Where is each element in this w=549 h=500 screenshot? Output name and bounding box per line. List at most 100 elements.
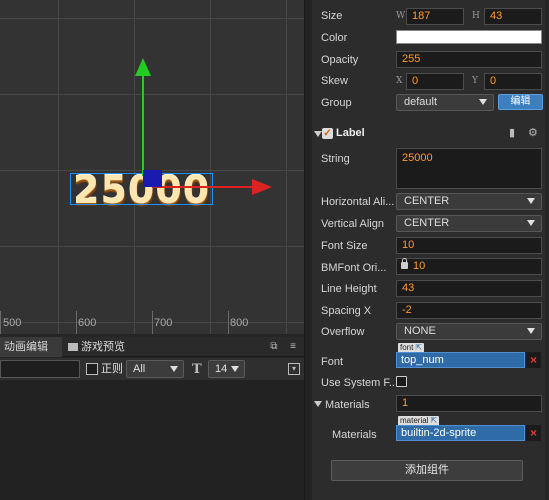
vertical-align-value: CENTER xyxy=(404,217,450,229)
move-gizmo-x-arrow-icon[interactable] xyxy=(252,179,272,195)
bmfont-original-size-field: 10 xyxy=(396,258,542,275)
materials-count-field[interactable]: 1 xyxy=(396,395,542,412)
horizontal-align-value: CENTER xyxy=(404,195,450,207)
chevron-down-icon xyxy=(527,198,535,204)
ruler-tick xyxy=(0,311,1,334)
line-height-field[interactable]: 43 xyxy=(396,280,542,297)
font-size-value: 14 xyxy=(215,363,228,375)
regex-label: 正则 xyxy=(101,363,123,375)
spacing-x-field[interactable]: -2 xyxy=(396,302,542,319)
ruler-label-800: 800 xyxy=(230,317,249,329)
width-field[interactable]: 187 xyxy=(406,8,464,25)
opacity-field[interactable]: 255 xyxy=(396,51,542,68)
color-label: Color xyxy=(321,32,348,44)
popout-icon[interactable]: ⧉ xyxy=(268,341,280,353)
menu-icon[interactable]: ≡ xyxy=(287,341,299,353)
ruler-label-700: 700 xyxy=(154,317,173,329)
panel-tabbar: 动画编辑器 游戏预览 ⧉ ≡ xyxy=(0,337,304,373)
font-size-select[interactable]: 14 xyxy=(208,360,245,378)
book-icon[interactable]: ▮ xyxy=(509,128,519,139)
horizontal-align-select[interactable]: CENTER xyxy=(396,193,542,210)
move-gizmo-x-axis[interactable] xyxy=(152,186,256,188)
font-asset-tag-text: font xyxy=(400,343,414,352)
tab-label: 游戏预览 xyxy=(81,341,125,353)
materials-expand-triangle-icon[interactable] xyxy=(314,401,322,407)
vertical-align-select[interactable]: CENTER xyxy=(396,215,542,232)
font-size-icon: T xyxy=(192,362,202,377)
add-component-button[interactable]: 添加组件 xyxy=(331,460,523,481)
ruler-tick xyxy=(76,311,77,334)
string-label: String xyxy=(321,153,350,165)
font-label: Font xyxy=(321,356,344,368)
ruler-tick xyxy=(228,311,229,334)
material-asset-tag-text: material xyxy=(400,416,429,425)
skew-y-field[interactable]: 0 xyxy=(484,73,542,90)
materials-item-label: Materials xyxy=(332,429,377,441)
label-component-title: Label xyxy=(336,127,365,139)
font-size-field[interactable]: 10 xyxy=(396,237,542,254)
scene-view[interactable]: 500 600 700 800 25000 xyxy=(0,0,304,334)
filter-input[interactable] xyxy=(0,360,80,378)
collapse-triangle-icon[interactable] xyxy=(314,131,322,137)
horizontal-align-label: Horizontal Ali... xyxy=(321,196,395,208)
use-system-font-label: Use System F... xyxy=(321,377,399,389)
skew-x-field[interactable]: 0 xyxy=(406,73,464,90)
width-tag: W xyxy=(396,11,406,21)
skew-y-tag: Y xyxy=(472,76,478,86)
group-select[interactable]: default xyxy=(396,94,494,111)
bottom-panel: 动画编辑器 游戏预览 ⧉ ≡ 正则 All T 14 ▾ xyxy=(0,334,304,500)
move-gizmo-y-axis[interactable] xyxy=(142,70,144,176)
materials-label: Materials xyxy=(325,399,370,411)
clear-material-icon[interactable]: × xyxy=(526,425,541,441)
console-log-area[interactable] xyxy=(0,380,304,500)
height-field[interactable]: 43 xyxy=(484,8,542,25)
camera-icon xyxy=(68,343,78,352)
string-textarea[interactable]: 25000 xyxy=(396,148,542,189)
skew-x-tag: X xyxy=(396,76,403,86)
overflow-value: NONE xyxy=(404,325,436,337)
log-level-select[interactable]: All xyxy=(126,360,184,378)
ruler-label-600: 600 xyxy=(78,317,97,329)
chevron-down-icon xyxy=(231,366,239,372)
label-enabled-checkbox[interactable]: ✓ xyxy=(322,128,333,139)
overflow-select[interactable]: NONE xyxy=(396,323,542,340)
skew-label: Skew xyxy=(321,75,348,87)
ruler-label-500: 500 xyxy=(3,317,22,329)
collapse-icon[interactable]: ▾ xyxy=(288,363,300,375)
vertical-align-label: Vertical Align xyxy=(321,218,384,230)
line-height-label: Line Height xyxy=(321,283,377,295)
chevron-down-icon xyxy=(479,99,487,105)
lock-icon xyxy=(401,258,408,269)
move-gizmo-center-handle[interactable] xyxy=(143,170,162,187)
chevron-down-icon xyxy=(527,220,535,226)
selection-bounding-box xyxy=(70,173,213,205)
log-level-value: All xyxy=(133,363,146,375)
spacing-x-label: Spacing X xyxy=(321,305,372,317)
group-label: Group xyxy=(321,97,352,109)
console-toolbar: 正则 All T 14 ▾ xyxy=(0,358,304,380)
material-asset-field[interactable]: builtin-2d-sprite xyxy=(396,425,525,441)
chevron-down-icon xyxy=(170,366,178,372)
inspector-panel: Size W 187 H 43 Color Opacity 255 Skew X… xyxy=(312,0,549,500)
move-gizmo-y-arrow-icon[interactable] xyxy=(135,58,151,76)
overflow-label: Overflow xyxy=(321,326,365,338)
tab-game-preview[interactable]: 游戏预览 xyxy=(64,337,134,357)
color-picker[interactable] xyxy=(396,30,542,44)
font-asset-field[interactable]: top_num xyxy=(396,352,525,368)
panel-splitter[interactable] xyxy=(304,0,312,500)
regex-checkbox[interactable] xyxy=(86,363,98,375)
size-label: Size xyxy=(321,10,343,22)
edit-group-button[interactable]: 编辑 xyxy=(498,94,543,110)
label-component-header[interactable]: ✓ Label ▮ ⚙ xyxy=(312,124,549,144)
ruler-tick xyxy=(152,311,153,334)
use-system-font-checkbox[interactable] xyxy=(396,376,407,387)
inspector-scrollbar[interactable] xyxy=(545,0,549,500)
tab-animation-editor[interactable]: 动画编辑器 xyxy=(0,337,62,373)
height-tag: H xyxy=(472,11,480,21)
gear-icon[interactable]: ⚙ xyxy=(528,128,538,139)
bmfont-original-size-label: BMFont Ori... xyxy=(321,262,387,274)
chevron-down-icon xyxy=(527,328,535,334)
editor-window: 500 600 700 800 25000 动画编辑器 游戏预览 ⧉ ≡ 正则 xyxy=(0,0,549,500)
clear-font-icon[interactable]: × xyxy=(526,352,541,368)
group-value: default xyxy=(404,96,438,108)
